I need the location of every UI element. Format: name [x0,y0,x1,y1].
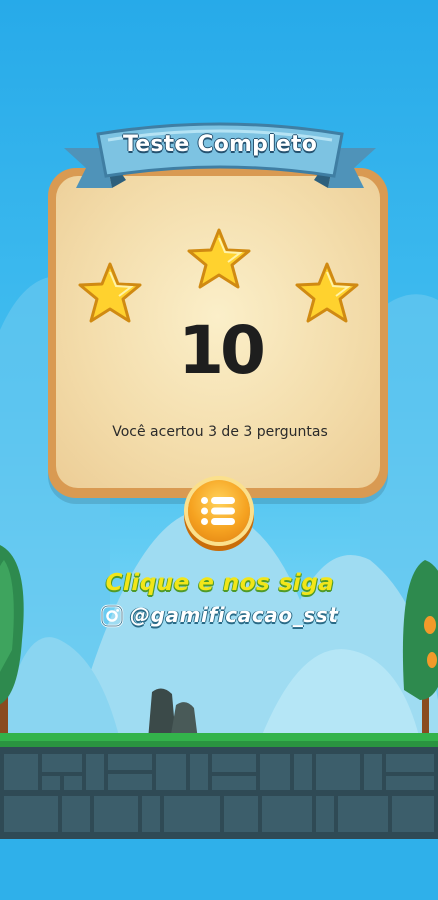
instagram-handle: @gamificacao_sst [130,603,339,627]
score-value: 10 [178,312,266,389]
game-screen: Teste Completo 10 Você acertou 3 de 3 pe… [0,0,438,900]
star-right-icon [295,262,359,323]
star-center-icon [187,228,251,289]
instagram-icon [100,604,124,628]
star-left-icon [78,262,142,323]
follow-cta[interactable]: Clique e nos siga [60,570,380,596]
result-text: Você acertou 3 de 3 perguntas [112,424,328,440]
menu-button[interactable] [188,480,250,542]
panel-title: Teste Completo [122,132,318,157]
list-icon [201,497,235,525]
instagram-link[interactable]: @gamificacao_sst [100,602,360,630]
